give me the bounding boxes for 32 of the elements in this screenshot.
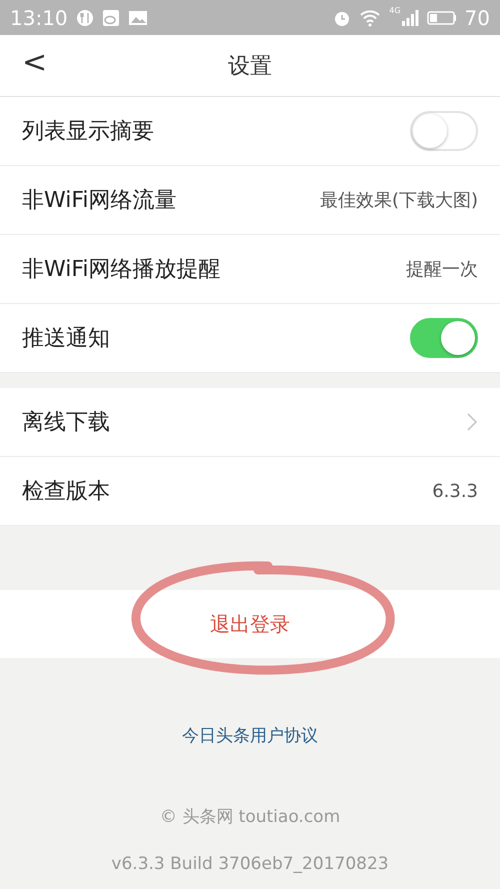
settings-row[interactable]: 推送通知 — [0, 304, 500, 373]
fork-knife-icon — [76, 8, 94, 26]
signal-icon — [400, 8, 419, 26]
row-value: 最佳效果(下载大图) — [320, 189, 478, 212]
settings-row[interactable]: 非WiFi网络播放提醒 提醒一次 — [0, 235, 500, 304]
network-type: 4G — [389, 6, 401, 15]
settings-row[interactable]: 非WiFi网络流量 最佳效果(下载大图) — [0, 166, 500, 235]
logout-button[interactable]: 退出登录 — [204, 610, 296, 638]
back-button[interactable]: < — [16, 45, 54, 80]
toggle-switch[interactable] — [410, 318, 478, 358]
battery-level: 70 — [464, 6, 490, 30]
toggle-switch[interactable] — [410, 111, 478, 151]
image-icon — [128, 10, 148, 26]
row-label: 离线下载 — [22, 409, 110, 437]
page-title: 设置 — [228, 52, 272, 80]
wifi-icon — [359, 8, 382, 26]
row-label: 非WiFi网络播放提醒 — [22, 256, 221, 284]
row-value: 提醒一次 — [406, 258, 478, 281]
battery-icon — [426, 10, 457, 26]
settings-row[interactable]: 列表显示摘要 — [0, 97, 500, 166]
settings-row[interactable]: 检查版本 6.3.3 — [0, 457, 500, 526]
build-version: v6.3.3 Build 3706eb7_20170823 — [111, 854, 389, 874]
row-label: 非WiFi网络流量 — [22, 187, 177, 215]
row-value: 6.3.3 — [432, 480, 478, 502]
row-label: 推送通知 — [22, 325, 110, 353]
settings-row[interactable]: 离线下载 — [0, 388, 500, 457]
user-agreement-link[interactable]: 今日头条用户协议 — [182, 724, 318, 747]
copyright-text: © 头条网 toutiao.com — [160, 806, 340, 828]
row-label: 检查版本 — [22, 478, 110, 506]
row-label: 列表显示摘要 — [22, 118, 154, 146]
chevron-icon — [466, 412, 478, 432]
status-time: 13:10 — [10, 6, 68, 30]
